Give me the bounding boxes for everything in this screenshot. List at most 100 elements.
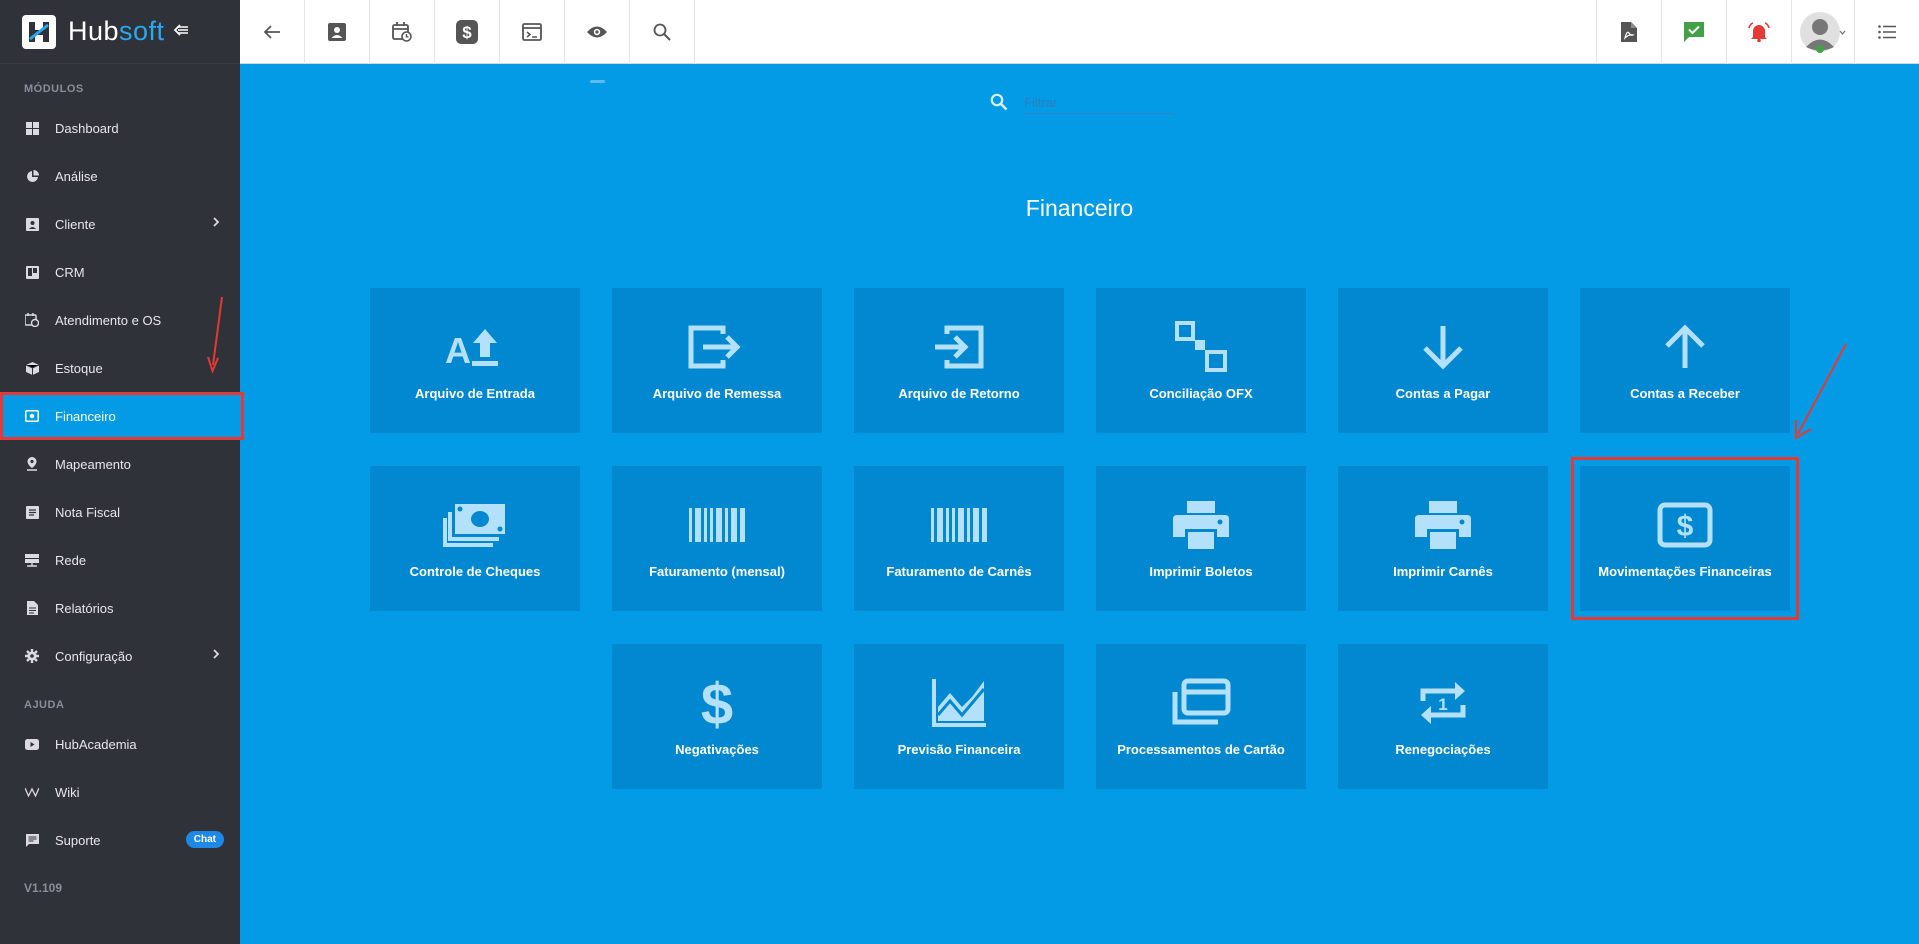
barcode-icon [931, 496, 987, 554]
eye-icon [587, 26, 607, 38]
sidebar-item-configuracao[interactable]: Configuração [0, 632, 240, 680]
dollar-box-icon: $ [1657, 496, 1713, 554]
menu-list-button[interactable] [1854, 0, 1919, 64]
sidebar-item-label: Wiki [55, 784, 80, 800]
tile-label: Arquivo de Remessa [652, 386, 782, 401]
hubsoft-logo-icon [22, 14, 56, 49]
sidebar-item-dashboard[interactable]: Dashboard [0, 104, 240, 152]
calendar-clock-icon [24, 312, 40, 328]
collapse-sidebar-icon[interactable] [173, 21, 189, 42]
filter-input[interactable] [1024, 92, 1174, 114]
annotation-arrow-icon [1795, 343, 1847, 440]
sidebar-item-label: Financeiro [55, 408, 116, 424]
contact-card-icon [328, 23, 346, 41]
tile-faturamento-mensal[interactable]: Faturamento (mensal) [612, 466, 822, 611]
back-button[interactable] [240, 0, 305, 64]
tile-label: Contas a Receber [1630, 386, 1740, 401]
calendar-clock-icon [392, 22, 412, 42]
schedule-shortcut-button[interactable] [370, 0, 435, 64]
tile-label: Processamentos de Cartão [1117, 742, 1285, 757]
svg-text:$: $ [1677, 510, 1694, 543]
arrow-down-icon [1419, 318, 1467, 376]
tile-arquivo-de-entrada[interactable]: A Arquivo de Entrada [370, 288, 580, 433]
topbar: $ [240, 0, 1919, 64]
tile-label: Imprimir Boletos [1149, 564, 1253, 579]
brand-name: Hubsoft [68, 16, 165, 47]
dollar-icon: $ [697, 674, 737, 732]
tile-movimentacoes-financeiras[interactable]: $ Movimentações Financeiras [1571, 457, 1799, 620]
brand-name-part2: soft [119, 16, 165, 46]
user-menu-button[interactable] [1791, 0, 1854, 64]
sidebar-item-label: Rede [55, 552, 87, 568]
sidebar-item-nota-fiscal[interactable]: Nota Fiscal [0, 488, 240, 536]
view-shortcut-button[interactable] [565, 0, 630, 64]
chevron-right-icon [212, 648, 220, 663]
repeat-one-icon: 1 [1415, 674, 1471, 732]
clients-shortcut-button[interactable] [305, 0, 370, 64]
tasks-button[interactable] [1661, 0, 1726, 64]
tile-contas-a-receber[interactable]: Contas a Receber [1580, 288, 1790, 433]
modules-section-title: MÓDULOS [24, 83, 84, 95]
sidebar-item-label: Relatórios [55, 600, 114, 616]
sidebar-item-financeiro[interactable]: Financeiro [0, 392, 244, 440]
tile-negativacoes[interactable]: $ Negativações [612, 644, 822, 789]
exit-icon [687, 318, 747, 376]
printer-icon [1415, 496, 1471, 554]
tile-imprimir-carnes[interactable]: Imprimir Carnês [1338, 466, 1548, 611]
tile-contas-a-pagar[interactable]: Contas a Pagar [1338, 288, 1548, 433]
tile-renegociacoes[interactable]: 1 Renegociações [1338, 644, 1548, 789]
dollar-box-icon: $ [456, 20, 478, 44]
sidebar-item-analise[interactable]: Análise [0, 152, 240, 200]
alerts-button[interactable] [1726, 0, 1791, 64]
squares-icon [1173, 318, 1229, 376]
tile-label: Previsão Financeira [897, 742, 1021, 757]
svg-text:1: 1 [1438, 695, 1447, 714]
tile-previsao-financeira[interactable]: Previsão Financeira [854, 644, 1064, 789]
board-icon [24, 264, 40, 280]
sidebar-item-crm[interactable]: CRM [0, 248, 240, 296]
terminal-shortcut-button[interactable] [500, 0, 565, 64]
sidebar-item-label: HubAcademia [55, 736, 137, 752]
cash-stack-icon [443, 496, 507, 554]
tile-imprimir-boletos[interactable]: Imprimir Boletos [1096, 466, 1306, 611]
tile-arquivo-de-retorno[interactable]: Arquivo de Retorno [854, 288, 1064, 433]
help-section-title: AJUDA [24, 699, 65, 711]
tile-arquivo-de-remessa[interactable]: Arquivo de Remessa [612, 288, 822, 433]
page-title: Financeiro [1025, 195, 1134, 221]
sidebar-item-hubacademia[interactable]: HubAcademia [0, 720, 240, 768]
sidebar-item-mapeamento[interactable]: Mapeamento [0, 440, 240, 488]
sidebar-item-rede[interactable]: Rede [0, 536, 240, 584]
pdf-button[interactable] [1596, 0, 1661, 64]
tile-controle-de-cheques[interactable]: Controle de Cheques [370, 466, 580, 611]
finance-shortcut-button[interactable]: $ [435, 0, 500, 64]
receipt-icon [24, 504, 40, 520]
chat-badge[interactable]: Chat [185, 831, 224, 848]
sidebar-item-label: Nota Fiscal [55, 504, 121, 520]
svg-text:A: A [445, 330, 471, 369]
youtube-icon [24, 736, 40, 752]
tile-faturamento-de-carnes[interactable]: Faturamento de Carnês [854, 466, 1064, 611]
tile-processamentos-de-cartao[interactable]: Processamentos de Cartão [1096, 644, 1306, 789]
filter-box [988, 88, 1178, 116]
sidebar-item-relatorios[interactable]: Relatórios [0, 584, 240, 632]
search-icon [990, 93, 1008, 111]
sidebar-item-label: Análise [55, 168, 98, 184]
sidebar-item-label: Mapeamento [55, 456, 131, 472]
search-shortcut-button[interactable] [630, 0, 695, 64]
tile-conciliacao-ofx[interactable]: Conciliação OFX [1096, 288, 1306, 433]
gear-icon [24, 648, 40, 664]
drag-handle[interactable] [590, 80, 605, 83]
brand[interactable]: Hubsoft [0, 0, 240, 64]
version-label: V1.109 [24, 881, 63, 895]
sidebar-item-wiki[interactable]: Wiki [0, 768, 240, 816]
sidebar: Hubsoft MÓDULOS Dashboard Análise Client… [0, 0, 244, 944]
sidebar-item-label: Atendimento e OS [55, 312, 162, 328]
box-icon [24, 360, 40, 376]
avatar [1800, 12, 1846, 53]
barcode-icon [689, 496, 745, 554]
tile-label: Renegociações [1395, 742, 1491, 757]
text-upload-icon: A [445, 318, 505, 376]
svg-text:$: $ [462, 23, 472, 42]
sidebar-item-suporte[interactable]: Suporte Chat [0, 816, 240, 864]
sidebar-item-label: Suporte [55, 832, 101, 848]
